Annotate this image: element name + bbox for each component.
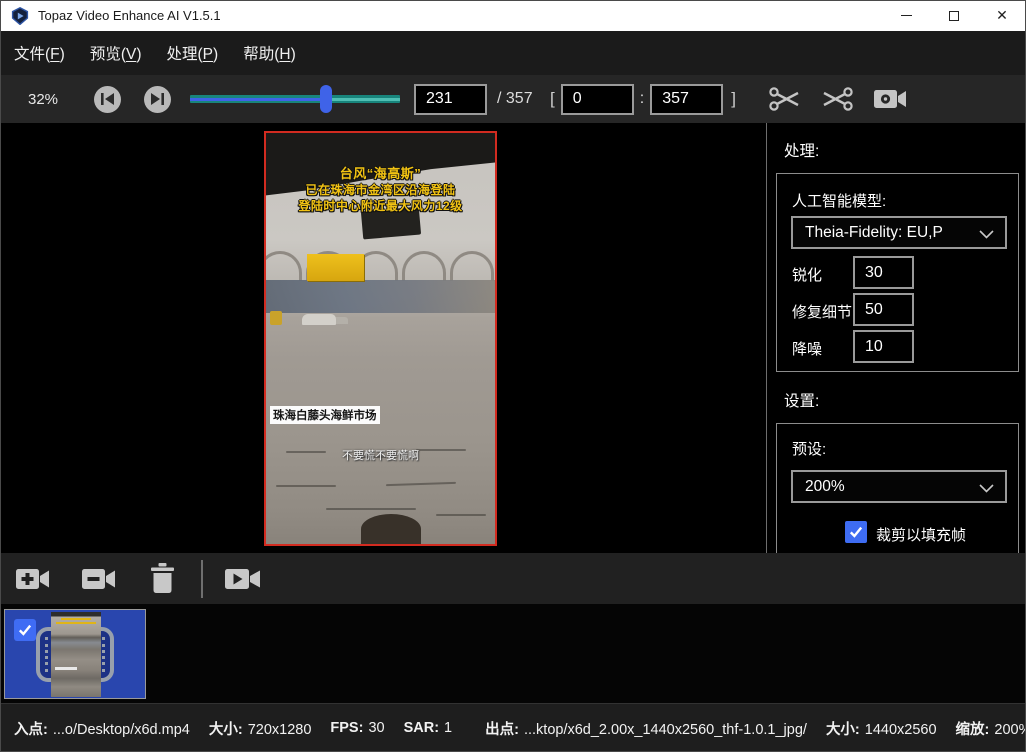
menubar: 文件(F) 预览(V) 处理(P) 帮助(H): [0, 31, 1026, 75]
add-video-button[interactable]: [16, 565, 50, 593]
delete-video-button[interactable]: [149, 563, 176, 594]
video-location-caption: 珠海白藤头海鲜市场: [270, 406, 380, 424]
camera-eye-icon: [872, 84, 908, 114]
statusbar: 入点:...o/Desktop/x6d.mp4 大小:720x1280 FPS:…: [0, 703, 1026, 752]
sharpen-input[interactable]: 30: [853, 256, 914, 289]
ai-model-dropdown[interactable]: Theia-Fidelity: EU,P: [791, 216, 1007, 249]
processing-group: 人工智能模型: Theia-Fidelity: EU,P 锐化 30 修复细节 …: [776, 173, 1019, 372]
preset-label: 预设:: [792, 438, 826, 459]
close-icon: ✕: [996, 7, 1008, 24]
crop-to-fill-checkbox[interactable]: [845, 521, 867, 543]
preview-area: 台风“海高斯” 已在珠海市金湾区沿海登陆 登陆时中心附近最大风力12级 珠海白藤…: [0, 123, 766, 553]
timeline-slider[interactable]: [190, 85, 400, 113]
skip-to-start-icon: [101, 93, 114, 105]
remove-video-button[interactable]: [82, 565, 116, 593]
skip-to-start-button[interactable]: [94, 86, 121, 113]
clip-toolbar: [0, 553, 1026, 604]
status-input-path: 入点:...o/Desktop/x6d.mp4: [14, 718, 190, 739]
denoise-input[interactable]: 10: [853, 330, 914, 363]
window-title: Topaz Video Enhance AI V1.5.1: [38, 8, 221, 23]
current-frame-input[interactable]: 231: [414, 84, 487, 115]
camera-plus-icon: [16, 565, 50, 593]
toolbar-divider: [201, 560, 203, 598]
maximize-icon: [949, 11, 959, 21]
trim-start-input[interactable]: 0: [561, 84, 634, 115]
scissors-right-icon: [768, 84, 802, 114]
filmstrip: [0, 604, 1026, 703]
zoom-level-label: 32%: [28, 91, 66, 108]
video-bridge-deck: [266, 280, 495, 313]
camera-play-icon: [225, 565, 261, 593]
thumbnail-image: [51, 612, 101, 697]
trim-bracket-open: [: [550, 89, 555, 109]
scissors-left-icon: [820, 84, 854, 114]
playback-toolbar: 32% 231 / 357 [ 0 : 357 ]: [0, 75, 1026, 123]
status-output-size: 大小:1440x2560: [826, 718, 937, 739]
video-preview[interactable]: 台风“海高斯” 已在珠海市金湾区沿海登陆 登陆时中心附近最大风力12级 珠海白藤…: [264, 131, 497, 546]
preview-video-button[interactable]: [872, 84, 908, 114]
total-frames-label: / 357: [497, 90, 537, 108]
checkmark-icon: [17, 622, 33, 638]
menu-preview[interactable]: 预览(V): [90, 42, 142, 64]
thumbnail-checkbox[interactable]: [14, 619, 36, 641]
maximize-button[interactable]: [930, 0, 978, 31]
video-yellow-sign: [307, 254, 364, 281]
main-content: 台风“海高斯” 已在珠海市金湾区沿海登陆 登陆时中心附近最大风力12级 珠海白藤…: [0, 123, 1026, 553]
chevron-down-icon: [979, 230, 994, 239]
chevron-down-icon: [979, 484, 994, 493]
slider-handle[interactable]: [320, 85, 332, 113]
status-output-path: 出点:...ktop/x6d_2.00x_1440x2560_thf-1.0.1…: [485, 718, 807, 739]
status-sar: SAR:1: [404, 720, 453, 736]
trim-end-input[interactable]: 357: [650, 84, 723, 115]
set-trim-out-button[interactable]: [820, 84, 854, 114]
minimize-button[interactable]: [882, 0, 930, 31]
menu-process[interactable]: 处理(P): [167, 42, 219, 64]
video-title-overlay: 台风“海高斯” 已在珠海市金湾区沿海登陆 登陆时中心附近最大风力12级: [266, 166, 495, 214]
slider-progress: [190, 98, 326, 101]
trim-bracket-close: ]: [731, 89, 736, 109]
app-logo-icon: [11, 7, 29, 25]
slider-remaining: [326, 98, 400, 101]
ai-model-label: 人工智能模型:: [792, 190, 886, 211]
skip-to-end-button[interactable]: [144, 86, 171, 113]
close-button[interactable]: ✕: [978, 0, 1026, 31]
status-input-size: 大小:720x1280: [209, 718, 312, 739]
processing-section-title: 处理:: [784, 139, 819, 161]
menu-help[interactable]: 帮助(H): [243, 42, 296, 64]
video-thumbnail-item[interactable]: [4, 609, 146, 699]
window-controls: ✕: [882, 0, 1026, 31]
restore-detail-label: 修复细节: [792, 301, 852, 322]
video-speech-caption: 不要慌不要慌啊: [266, 447, 495, 463]
menu-file[interactable]: 文件(F): [14, 42, 65, 64]
trim-colon: :: [640, 90, 644, 108]
skip-to-end-icon: [151, 93, 164, 105]
set-trim-in-button[interactable]: [768, 84, 802, 114]
status-scale: 缩放:200%: [956, 718, 1026, 739]
denoise-label: 降噪: [792, 338, 822, 359]
video-flooded-car: [302, 314, 336, 325]
settings-group: 预设: 200% 裁剪以填充帧: [776, 423, 1019, 554]
camera-minus-icon: [82, 565, 116, 593]
status-fps: FPS:30: [330, 720, 384, 736]
restore-detail-input[interactable]: 50: [853, 293, 914, 326]
minimize-icon: [901, 15, 912, 16]
titlebar: Topaz Video Enhance AI V1.5.1 ✕: [0, 0, 1026, 31]
settings-sidebar: 处理: 人工智能模型: Theia-Fidelity: EU,P 锐化 30 修…: [766, 123, 1026, 553]
checkmark-icon: [848, 524, 864, 540]
preset-dropdown[interactable]: 200%: [791, 470, 1007, 503]
trash-icon: [149, 563, 176, 594]
process-video-button[interactable]: [225, 565, 261, 593]
sharpen-label: 锐化: [792, 264, 822, 285]
settings-section-title: 设置:: [784, 389, 819, 411]
crop-to-fill-label: 裁剪以填充帧: [876, 524, 966, 545]
